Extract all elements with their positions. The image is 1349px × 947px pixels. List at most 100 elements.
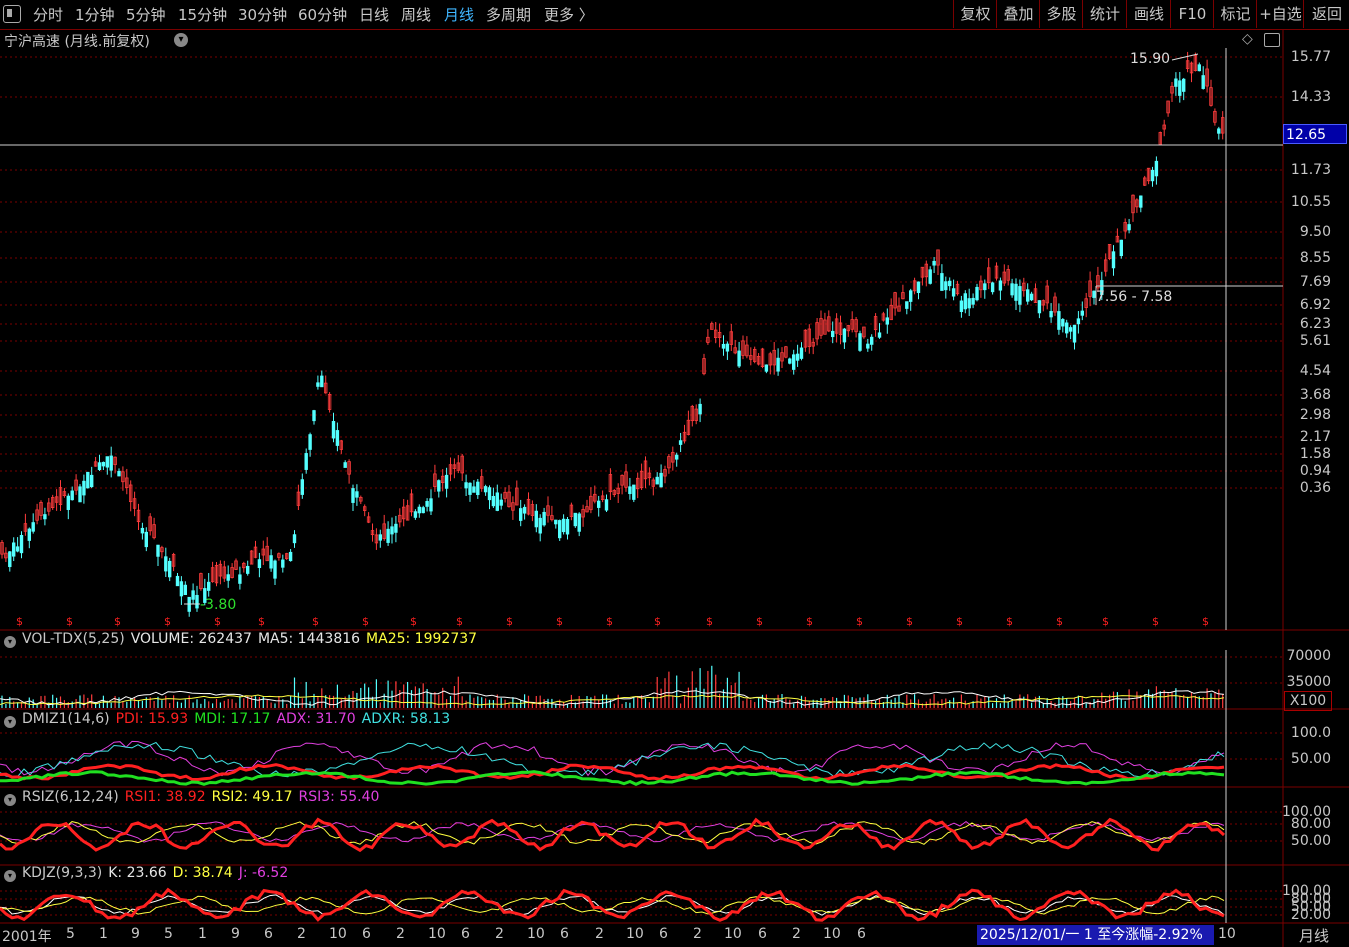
panel-menu-icon[interactable]: ▾ xyxy=(4,716,16,728)
candle-body xyxy=(1197,64,1201,72)
candle-body xyxy=(858,333,862,351)
x-tick: 6 xyxy=(758,926,767,942)
candle-body xyxy=(312,410,316,422)
candle-body xyxy=(659,472,663,488)
candle-body xyxy=(795,353,800,361)
current-price-label: 12.65 xyxy=(1283,124,1347,144)
candle-body xyxy=(519,508,523,521)
price-tick: 6.92 xyxy=(1299,297,1331,313)
candle-body xyxy=(831,330,835,338)
x-tick: 10 xyxy=(823,926,841,942)
panel-menu-icon[interactable]: ▾ xyxy=(4,794,16,806)
candle-body xyxy=(417,506,421,514)
candle-body xyxy=(269,555,273,569)
candle-body xyxy=(66,495,70,510)
x-tick: 5 xyxy=(66,926,75,942)
x-tick: 6 xyxy=(857,926,866,942)
kdj-tick: 20.00 xyxy=(1290,907,1331,923)
candle-body xyxy=(534,510,538,528)
x-tick: 6 xyxy=(560,926,569,942)
dividend-marker-icon: $ xyxy=(856,615,863,628)
candle-body xyxy=(19,534,24,554)
candle-body xyxy=(292,534,297,544)
x-tick: 6 xyxy=(362,926,371,942)
rsi-indicator-name[interactable]: RSIZ(6,12,24) xyxy=(22,789,119,805)
x-tick: 2001年 xyxy=(2,929,52,945)
candle-body xyxy=(1119,239,1123,257)
candle-body xyxy=(632,484,636,500)
x-tick: 10 xyxy=(329,926,347,942)
candle-body xyxy=(335,430,340,446)
candle-body xyxy=(1182,78,1186,92)
candle-body xyxy=(799,347,804,359)
candle-body xyxy=(281,559,285,568)
dmi-adxr: ADXR: 58.13 xyxy=(361,711,451,727)
candle-body xyxy=(491,495,496,507)
candle-body xyxy=(156,544,160,557)
rsi-tick: 50.00 xyxy=(1290,833,1331,849)
x-tick: 2 xyxy=(495,926,504,942)
rsi-rsi3: RSI3: 55.40 xyxy=(298,789,380,805)
candle-body xyxy=(698,403,702,415)
candle-body xyxy=(331,421,336,439)
dividend-marker-icon: $ xyxy=(16,615,23,628)
dmi-tick: 50.00 xyxy=(1290,751,1331,767)
candle-body xyxy=(86,471,90,489)
candle-body xyxy=(554,519,558,525)
candle-body xyxy=(444,474,449,489)
candle-body xyxy=(499,499,503,506)
candle-body xyxy=(11,542,16,557)
candle-body xyxy=(916,281,921,294)
candle-body xyxy=(1080,310,1084,316)
candle-body xyxy=(866,343,870,349)
candle-body xyxy=(573,512,577,527)
dividend-marker-icon: $ xyxy=(556,615,563,628)
panel-menu-icon[interactable]: ▾ xyxy=(4,636,16,648)
candle-body xyxy=(245,565,250,574)
candle-body xyxy=(604,499,609,511)
candle-body xyxy=(561,518,566,533)
dmi-indicator-name[interactable]: DMIZ1(14,6) xyxy=(22,711,110,727)
candle-body xyxy=(792,354,796,370)
kdj-indicator-name[interactable]: KDJZ(9,3,3) xyxy=(22,865,102,881)
volume-unit-label[interactable]: X100 xyxy=(1284,691,1332,711)
rsi-panel-header: ▾ RSIZ(6,12,24) RSI1: 38.92 RSI2: 49.17 RSI3… xyxy=(4,789,385,806)
candle-body xyxy=(175,575,180,587)
candle-body xyxy=(206,581,211,591)
dividend-marker-icon: $ xyxy=(956,615,963,628)
candle-body xyxy=(1127,224,1131,231)
candle-body xyxy=(468,482,472,495)
diamond-icon[interactable]: ◇ xyxy=(1242,31,1253,47)
x-tick: 2 xyxy=(792,926,801,942)
candle-body xyxy=(558,520,562,539)
dropdown-arrow-icon[interactable]: ▾ xyxy=(174,33,188,47)
candle-body xyxy=(191,590,195,600)
candle-body xyxy=(164,556,168,572)
dividend-marker-icon: $ xyxy=(114,615,121,628)
candle-body xyxy=(870,336,874,345)
dividend-marker-icon: $ xyxy=(312,615,319,628)
panel-menu-icon[interactable]: ▾ xyxy=(4,870,16,882)
candle-body xyxy=(429,498,433,512)
price-tick: 2.98 xyxy=(1299,407,1331,423)
candle-body xyxy=(1018,286,1022,305)
candle-body xyxy=(288,551,293,562)
candle-body xyxy=(788,358,792,364)
candle-body xyxy=(421,507,425,514)
price-tick: 15.77 xyxy=(1290,49,1331,65)
candle-body xyxy=(1174,78,1178,87)
volume-panel-header: ▾ VOL-TDX(5,25) VOLUME: 262437 MA5: 1443816… xyxy=(4,631,483,648)
candle-body xyxy=(394,523,398,533)
volume-ma25-line xyxy=(0,694,1225,706)
candle-body xyxy=(725,343,730,352)
kdj-j: J: -6.52 xyxy=(238,865,289,881)
price-tick: 10.55 xyxy=(1290,194,1331,210)
dividend-marker-icon: $ xyxy=(66,615,73,628)
volume-indicator-name[interactable]: VOL-TDX(5,25) xyxy=(22,631,125,647)
panel-toggle-icon[interactable] xyxy=(1264,33,1280,47)
candle-body xyxy=(464,482,468,489)
candle-body xyxy=(300,479,304,495)
candle-body xyxy=(776,357,780,372)
candle-body xyxy=(78,486,82,503)
candle-body xyxy=(179,581,184,597)
